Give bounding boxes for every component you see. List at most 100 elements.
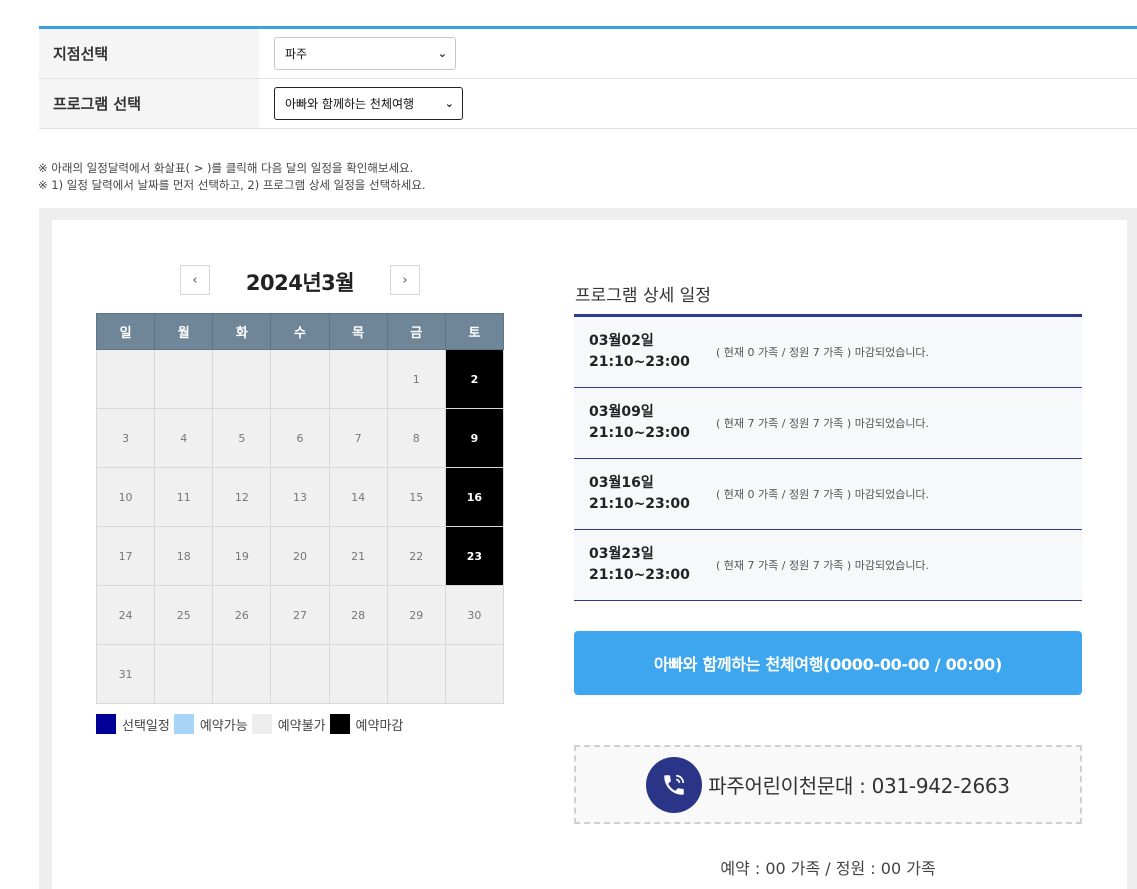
- schedule-time: 21:10~23:00: [589, 496, 690, 512]
- legend-closed: 예약마감: [329, 714, 404, 734]
- calendar-empty-cell: [270, 349, 330, 409]
- legend-label: 예약마감: [355, 718, 404, 734]
- program-select[interactable]: 아빠와 함께하는 천체여행 ⌄: [274, 87, 463, 120]
- calendar-day[interactable]: 24: [95, 585, 156, 645]
- calendar-week: 3456789: [95, 408, 505, 468]
- schedule-item[interactable]: 03월16일 21:10~23:00 ( 현재 0 가족 / 정원 7 가족 )…: [574, 459, 1082, 530]
- calendar-nav: ‹ 2024년3월 ›: [180, 265, 420, 297]
- calendar-day[interactable]: 11: [154, 467, 214, 527]
- calendar-week: 24 25 26 27 28 29 30: [95, 585, 505, 645]
- chevron-left-icon: ‹: [192, 272, 198, 288]
- calendar-empty-cell: [95, 349, 156, 409]
- calendar-day[interactable]: 20: [270, 526, 330, 586]
- calendar-day[interactable]: 9: [444, 408, 505, 468]
- weekday-sun: 일: [95, 313, 156, 350]
- legend-label: 예약불가: [277, 718, 326, 734]
- schedule-status: ( 현재 0 가족 / 정원 7 가족 ) 마감되었습니다.: [716, 488, 930, 501]
- contact-box: 파주어린이천문대 : 031-942-2663: [574, 745, 1082, 824]
- legend-selected: 선택일정: [96, 714, 170, 734]
- weekday-fri: 금: [386, 313, 446, 350]
- program-label: 프로그램 선택: [39, 79, 259, 128]
- schedule-date: 03월16일: [589, 475, 654, 491]
- calendar-day[interactable]: 23: [444, 526, 505, 586]
- calendar-day[interactable]: 29: [386, 585, 446, 645]
- calendar-day[interactable]: 31: [95, 644, 156, 704]
- calendar-day[interactable]: 15: [386, 467, 446, 527]
- calendar-day[interactable]: 13: [270, 467, 330, 527]
- chevron-down-icon: ⌄: [444, 97, 454, 110]
- calendar-day[interactable]: 5: [212, 408, 272, 468]
- legend-available: 예약가능: [173, 714, 248, 734]
- chevron-down-icon: ⌄: [437, 47, 447, 60]
- schedule-date: 03월09일: [589, 404, 654, 420]
- chevron-right-icon: ›: [402, 272, 408, 288]
- legend-label: 선택일정: [122, 718, 170, 734]
- calendar-day[interactable]: 12: [212, 467, 272, 527]
- calendar-day[interactable]: 19: [212, 526, 272, 586]
- schedule-item[interactable]: 03월23일 21:10~23:00 ( 현재 7 가족 / 정원 7 가족 )…: [574, 530, 1082, 601]
- calendar-day[interactable]: 27: [270, 585, 330, 645]
- calendar-empty-cell: [154, 349, 214, 409]
- schedule-time: 21:10~23:00: [589, 567, 690, 583]
- legend-swatch: [329, 714, 350, 734]
- branch-select-value: 파주: [285, 47, 308, 61]
- weekday-tue: 화: [212, 313, 272, 350]
- legend-swatch: [251, 714, 272, 734]
- calendar-day[interactable]: 1: [386, 349, 446, 409]
- phone-icon: [646, 756, 703, 813]
- weekday-header: 일 월 화 수 목 금 토: [95, 313, 505, 350]
- schedule-status: ( 현재 7 가족 / 정원 7 가족 ) 마감되었습니다.: [716, 559, 930, 572]
- next-month-button[interactable]: ›: [390, 265, 420, 295]
- schedule-date: 03월02일: [589, 333, 654, 349]
- schedule-date: 03월23일: [589, 546, 654, 562]
- calendar-empty-cell: [212, 349, 272, 409]
- calendar-day[interactable]: 17: [95, 526, 156, 586]
- weekday-wed: 수: [270, 313, 330, 350]
- weekday-sat: 토: [444, 313, 505, 350]
- instructions: ※ 아래의 일정달력에서 화살표( > )를 클릭해 다음 달의 일정을 확인해…: [38, 160, 426, 194]
- calendar-empty-cell: [270, 644, 330, 704]
- program-row: 프로그램 선택 아빠와 함께하는 천체여행 ⌄: [39, 79, 1137, 129]
- calendar-day[interactable]: 3: [95, 408, 156, 468]
- calendar-week: 12: [95, 349, 505, 409]
- calendar-empty-cell: [328, 644, 388, 704]
- legend-swatch: [173, 714, 194, 734]
- schedule-list: 03월02일 21:10~23:00 ( 현재 0 가족 / 정원 7 가족 )…: [574, 314, 1082, 601]
- calendar-day[interactable]: 30: [444, 585, 505, 645]
- calendar-day[interactable]: 21: [328, 526, 388, 586]
- calendar-day[interactable]: 2: [444, 349, 505, 409]
- branch-label: 지점선택: [39, 29, 259, 78]
- calendar-day[interactable]: 25: [154, 585, 214, 645]
- calendar-day[interactable]: 4: [154, 408, 214, 468]
- schedule-status: ( 현재 7 가족 / 정원 7 가족 ) 마감되었습니다.: [716, 417, 930, 430]
- calendar-grid: 일 월 화 수 목 금 토 1 2 3 4 5 6 7 8 9 10 11 12 13 14 15 16 17 1…: [95, 313, 505, 704]
- branch-select[interactable]: 파주 ⌄: [274, 37, 456, 70]
- calendar-day[interactable]: 26: [212, 585, 272, 645]
- calendar-day[interactable]: 22: [386, 526, 446, 586]
- calendar-day[interactable]: 16: [444, 467, 505, 527]
- calendar-day[interactable]: 7: [328, 408, 388, 468]
- schedule-item[interactable]: 03월02일 21:10~23:00 ( 현재 0 가족 / 정원 7 가족 )…: [574, 317, 1082, 388]
- contact-phone-text: 파주어린이천문대 : 031-942-2663: [708, 774, 1010, 798]
- schedule-item[interactable]: 03월09일 21:10~23:00 ( 현재 7 가족 / 정원 7 가족 )…: [574, 388, 1082, 459]
- branch-row: 지점선택 파주 ⌄: [39, 29, 1137, 79]
- reserve-program-button[interactable]: 아빠와 함께하는 천체여행(0000-00-00 / 00:00): [574, 631, 1082, 695]
- schedule-time: 21:10~23:00: [589, 354, 690, 370]
- calendar-week: 17 18 19 20 21 22 23: [95, 526, 505, 586]
- calendar-day[interactable]: 14: [328, 467, 388, 527]
- calendar-day[interactable]: 18: [154, 526, 214, 586]
- legend-swatch: [96, 714, 116, 734]
- calendar-month-title: 2024년3월: [245, 271, 355, 295]
- schedule-title: 프로그램 상세 일정: [575, 286, 711, 306]
- legend-label: 예약가능: [199, 718, 248, 734]
- calendar-day[interactable]: 8: [386, 408, 446, 468]
- calendar-week: 10 11 12 13 14 15 16: [95, 467, 505, 527]
- calendar-week: 31: [95, 644, 505, 704]
- calendar-empty-cell: [154, 644, 214, 704]
- prev-month-button[interactable]: ‹: [180, 265, 210, 295]
- weekday-mon: 월: [154, 313, 214, 350]
- calendar-day[interactable]: 6: [270, 408, 330, 468]
- calendar-day[interactable]: 10: [95, 467, 156, 527]
- calendar-legend: 선택일정 예약가능 예약불가 예약마감: [96, 714, 407, 734]
- calendar-day[interactable]: 28: [328, 585, 388, 645]
